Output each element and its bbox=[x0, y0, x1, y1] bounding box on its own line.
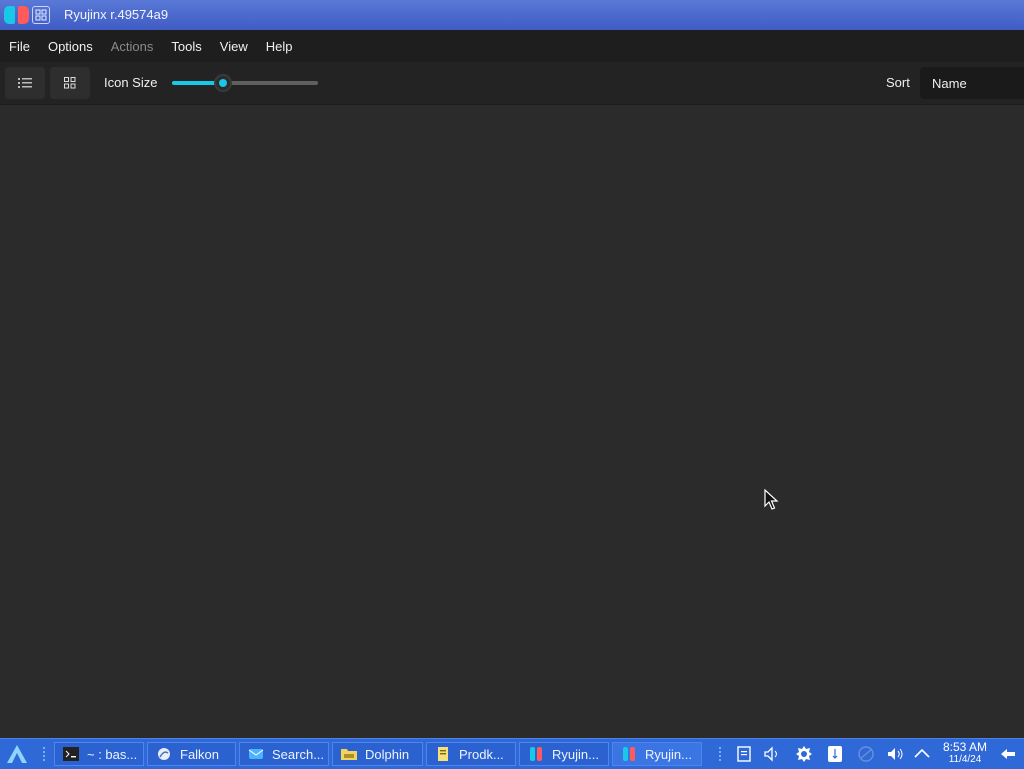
ryujinx-icon bbox=[623, 747, 635, 761]
task-prodk[interactable]: Prodk... bbox=[426, 742, 516, 766]
folder-icon bbox=[341, 749, 357, 760]
ryujinx-icon bbox=[530, 747, 542, 761]
task-terminal[interactable]: ~ : bas... bbox=[54, 742, 144, 766]
chevron-up-icon[interactable] bbox=[913, 745, 931, 763]
sort-dropdown[interactable]: Name bbox=[920, 67, 1024, 99]
menu-options[interactable]: Options bbox=[48, 39, 93, 54]
task-search[interactable]: Search... bbox=[239, 742, 329, 766]
usb-device-icon[interactable] bbox=[826, 745, 844, 763]
clock[interactable]: 8:53 AM 11/4/24 bbox=[940, 741, 990, 766]
search-app-icon bbox=[248, 749, 264, 759]
list-icon bbox=[18, 78, 32, 88]
clock-date: 11/4/24 bbox=[948, 754, 982, 765]
volume-icon[interactable] bbox=[763, 745, 781, 763]
menu-actions[interactable]: Actions bbox=[111, 39, 154, 54]
task-label: Prodk... bbox=[459, 746, 504, 762]
task-ryujinx-1[interactable]: Ryujin... bbox=[519, 742, 609, 766]
clipboard-icon[interactable] bbox=[735, 745, 753, 763]
show-desktop-icon[interactable] bbox=[999, 745, 1017, 763]
mouse-cursor-icon bbox=[764, 489, 779, 510]
toolbar: Icon Size Sort Name bbox=[0, 62, 1024, 105]
menu-help[interactable]: Help bbox=[266, 39, 293, 54]
task-label: ~ : bas... bbox=[87, 746, 138, 762]
tray-separator[interactable] bbox=[718, 745, 722, 763]
game-list-area[interactable] bbox=[0, 105, 1024, 738]
list-view-button[interactable] bbox=[5, 67, 45, 99]
slider-thumb[interactable] bbox=[214, 74, 233, 92]
icon-size-label: Icon Size bbox=[104, 75, 158, 90]
ryujinx-logo-icon bbox=[4, 6, 30, 24]
icon-size-slider[interactable] bbox=[172, 74, 318, 92]
taskbar: ~ : bas... Falkon Search... Dolphin Prod… bbox=[0, 738, 1024, 769]
task-label: Ryujin... bbox=[645, 746, 692, 762]
grid-view-button[interactable] bbox=[50, 67, 90, 99]
settings-gear-icon[interactable] bbox=[795, 745, 813, 763]
menu-file[interactable]: File bbox=[9, 39, 30, 54]
sort-label: Sort bbox=[886, 75, 910, 90]
network-icon[interactable] bbox=[857, 745, 875, 763]
start-menu-icon[interactable] bbox=[6, 744, 28, 764]
task-label: Ryujin... bbox=[552, 746, 599, 762]
grid-icon bbox=[64, 77, 76, 89]
document-icon bbox=[438, 747, 448, 761]
menu-tools[interactable]: Tools bbox=[171, 39, 201, 54]
sort-value: Name bbox=[932, 75, 967, 91]
task-label: Falkon bbox=[180, 746, 220, 762]
terminal-icon bbox=[63, 747, 79, 761]
task-falkon[interactable]: Falkon bbox=[147, 742, 236, 766]
task-dolphin[interactable]: Dolphin bbox=[332, 742, 423, 766]
window-menu-grid-icon[interactable] bbox=[32, 6, 50, 24]
window-title: Ryujinx r.49574a9 bbox=[64, 7, 169, 22]
task-label: Dolphin bbox=[365, 746, 410, 762]
menu-view[interactable]: View bbox=[220, 39, 248, 54]
taskbar-separator[interactable] bbox=[42, 745, 46, 763]
menu-bar: File Options Actions Tools View Help bbox=[0, 30, 1024, 62]
clock-time: 8:53 AM bbox=[942, 740, 988, 754]
falkon-icon bbox=[158, 748, 170, 760]
speaker-icon[interactable] bbox=[886, 745, 904, 763]
task-ryujinx-2[interactable]: Ryujin... bbox=[612, 742, 702, 766]
title-bar[interactable]: Ryujinx r.49574a9 bbox=[0, 0, 1024, 30]
task-label: Search... bbox=[272, 746, 325, 762]
